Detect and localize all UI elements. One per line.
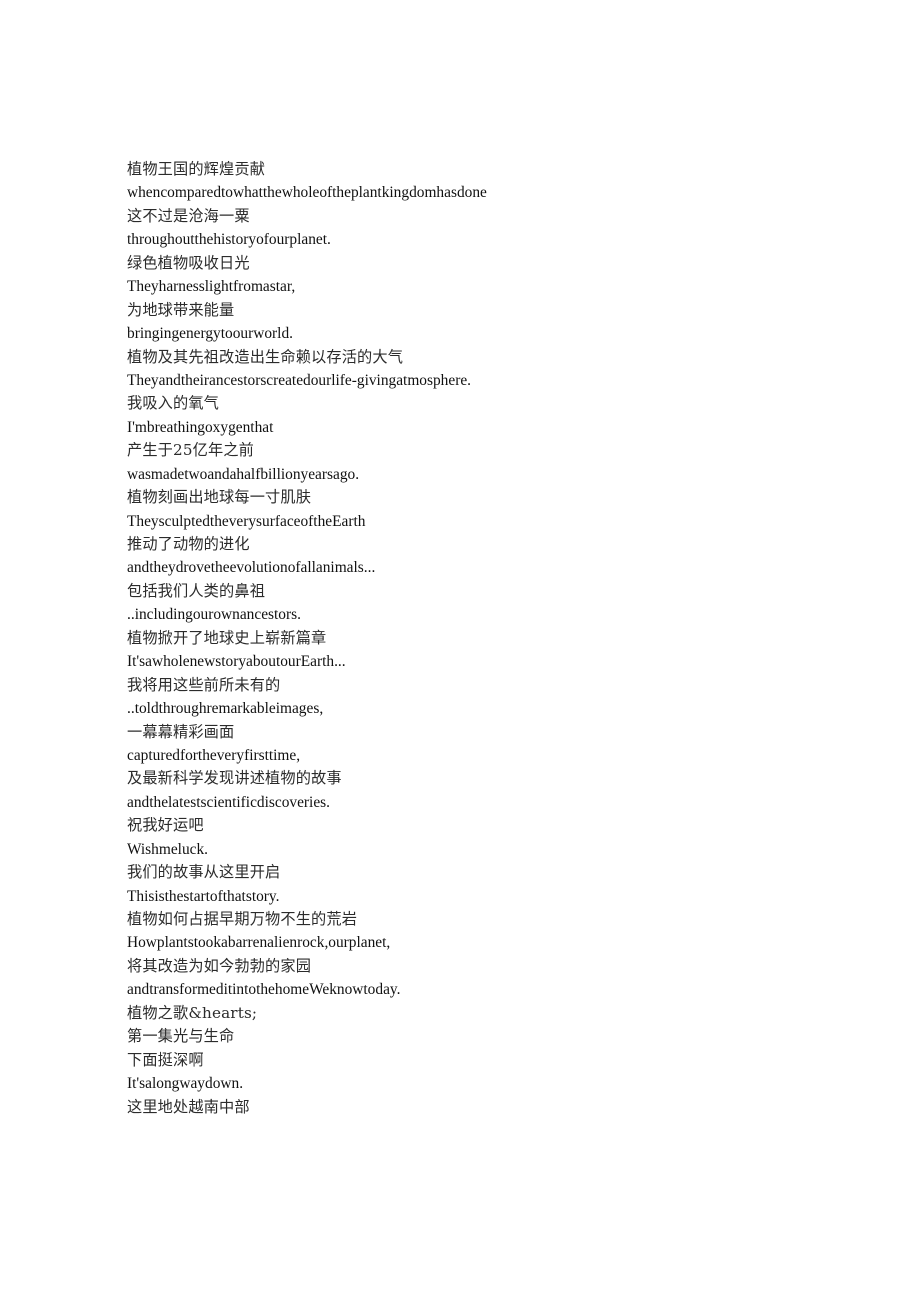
transcript-line: 将其改造为如今勃勃的家园 bbox=[127, 956, 312, 975]
transcript-line: 植物如何占据早期万物不生的荒岩 bbox=[127, 910, 358, 928]
transcript-line: 植物王国的辉煌贡献 bbox=[127, 160, 266, 178]
transcript-line: ..toldthroughremarkableimages, bbox=[127, 700, 324, 718]
transcript-line: 植物及其先祖改造出生命赖以存活的大气 bbox=[127, 347, 404, 366]
transcript-line: 我吸入的氧气 bbox=[127, 394, 220, 413]
transcript-line: throughoutthehistoryofourplanet. bbox=[127, 231, 331, 249]
transcript-line: 一幕幕精彩画面 bbox=[127, 722, 235, 741]
transcript-line: 植物掀开了地球史上崭新篇章 bbox=[127, 628, 327, 647]
transcript-line: 我将用这些前所未有的 bbox=[127, 675, 281, 694]
transcript-line: bringingenergytoourworld. bbox=[127, 325, 293, 343]
transcript-line: 这里地处越南中部 bbox=[127, 1097, 250, 1116]
transcript-line: It'salongwaydown. bbox=[127, 1075, 244, 1093]
transcript-line: 下面挺深啊 bbox=[127, 1050, 204, 1069]
transcript-line: capturedfortheveryfirsttime, bbox=[127, 746, 301, 764]
transcript-line: 我们的故事从这里开启 bbox=[127, 863, 281, 882]
transcript-line: TheysculptedtheverysurfaceoftheEarth bbox=[127, 512, 366, 530]
transcript-line: 产生于25亿年之前 bbox=[127, 441, 254, 460]
transcript-line: andtransformeditintothehomeWeknowtoday. bbox=[127, 981, 401, 999]
transcript-line: I'mbreathingoxygenthat bbox=[127, 418, 274, 436]
transcript-line: Theyandtheirancestorscreatedourlife-givi… bbox=[127, 371, 472, 389]
transcript-line: andthelatestscientificdiscoveries. bbox=[127, 793, 330, 811]
transcript-line: Howplantstookabarrenalienrock,ourplanet, bbox=[127, 934, 391, 952]
transcript-line: 推动了动物的进化 bbox=[127, 535, 250, 553]
transcript-line: 及最新科学发现讲述植物的故事 bbox=[127, 769, 342, 788]
transcript-line: 第一集光与生命 bbox=[127, 1027, 235, 1046]
transcript-line: Thisisthestartofthatstory. bbox=[127, 887, 280, 905]
transcript-line: 这不过是沧海一粟 bbox=[127, 206, 250, 225]
transcript-line: 为地球带来能量 bbox=[127, 300, 235, 319]
transcript-line: whencomparedtowhatthewholeoftheplantking… bbox=[127, 184, 487, 202]
document-page: 植物王国的辉煌贡献 whencomparedtowhatthewholeofthe… bbox=[0, 0, 920, 1301]
transcript-line: 包括我们人类的鼻祖 bbox=[127, 581, 266, 600]
transcript-line: 绿色植物吸收日光 bbox=[127, 253, 250, 272]
subtitle-transcript-block: 植物王国的辉煌贡献 whencomparedtowhatthewholeofthe… bbox=[127, 158, 827, 1119]
transcript-line: 植物之歌&hearts; bbox=[127, 1003, 258, 1022]
transcript-line: 祝我好运吧 bbox=[127, 816, 204, 835]
transcript-line: Wishmeluck. bbox=[127, 840, 209, 858]
transcript-line: 植物刻画出地球每一寸肌肤 bbox=[127, 488, 312, 507]
transcript-line: wasmadetwoandahalfbillionyearsago. bbox=[127, 465, 360, 483]
transcript-line: It'sawholenewstoryaboutourEarth... bbox=[127, 653, 346, 671]
transcript-line: andtheydrovetheevolutionofallanimals... bbox=[127, 559, 376, 577]
transcript-line: Theyharnesslightfromastar, bbox=[127, 278, 296, 296]
transcript-line: ..includingourownancestors. bbox=[127, 606, 301, 624]
